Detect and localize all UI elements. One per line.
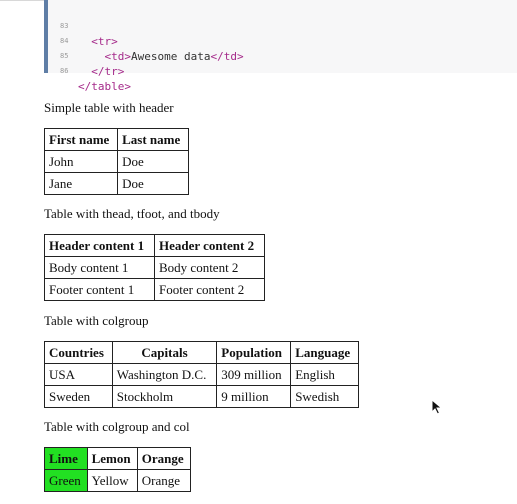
table-cell: Stockholm (111, 385, 218, 408)
header-cell: First name (43, 128, 119, 151)
code-text: <tr> (91, 35, 118, 48)
header-cell: Lemon (86, 447, 138, 470)
table-header-row: Header content 1 Header content 2 (44, 234, 265, 257)
table-cell: Sweden (44, 385, 113, 408)
header-cell: Last name (117, 128, 189, 151)
line-number: 86 (60, 67, 69, 75)
table-row: Sweden Stockholm 9 million Swedish (44, 385, 359, 408)
table-cell: Washington D.C. (111, 363, 218, 386)
code-line: 86 </table> (48, 49, 131, 93)
caption-simple-table: Simple table with header (44, 100, 174, 115)
table-row: Body content 1 Body content 2 (44, 256, 265, 279)
table-cell: Body content 1 (44, 256, 155, 279)
code-line: 85 </tr> (48, 34, 124, 78)
table-cell: English (290, 363, 359, 386)
table-cell: USA (44, 363, 113, 386)
table-row: Footer content 1 Footer content 2 (44, 278, 265, 301)
table-cell: Jane (43, 172, 119, 195)
table-cell: Body content 2 (154, 256, 265, 279)
table-cell-highlighted: Green (44, 469, 88, 492)
table-row: John Doe (43, 150, 189, 173)
table-cell: Footer content 1 (44, 278, 155, 301)
header-cell: Language (290, 341, 359, 364)
table-header-row: Countries Capitals Population Language (44, 341, 359, 364)
table-cell: Doe (117, 150, 189, 173)
header-cell: Header content 2 (154, 234, 265, 257)
table-row: USA Washington D.C. 309 million English (44, 363, 359, 386)
code-text: </table> (78, 80, 131, 93)
colgroup-table: Countries Capitals Population Language U… (44, 341, 359, 408)
table-cell: 309 million (216, 363, 292, 386)
thead-tfoot-tbody-table: Header content 1 Header content 2 Body c… (44, 234, 265, 301)
colgroup-col-table: Lime Lemon Orange Green Yellow Orange (44, 447, 192, 492)
code-snippet: 83 <tr> 84 <td>Awesome data</td> 85 </tr… (44, 0, 517, 93)
code-text: </tr> (91, 65, 125, 78)
caption-thead-table: Table with thead, tfoot, and tbody (44, 206, 220, 221)
mouse-pointer-icon (431, 399, 443, 415)
table-header-row: First name Last name (43, 128, 189, 151)
table-cell: Swedish (290, 385, 359, 408)
table-cell: Footer content 2 (154, 278, 265, 301)
header-cell: Orange (136, 447, 192, 470)
table-cell: Doe (117, 172, 189, 195)
table-header-row: Lime Lemon Orange (44, 447, 192, 470)
header-cell: Capitals (111, 341, 218, 364)
caption-colgroup-table: Table with colgroup (44, 313, 149, 328)
header-cell-highlighted: Lime (44, 447, 88, 470)
table-row: Jane Doe (43, 172, 189, 195)
code-line: 83 <tr> (48, 4, 118, 48)
caption-colgroup-col-table: Table with colgroup and col (44, 419, 190, 434)
table-cell: 9 million (216, 385, 292, 408)
simple-table: First name Last name John Doe Jane Doe (43, 128, 189, 195)
header-cell: Header content 1 (44, 234, 155, 257)
code-line: 84 <td>Awesome data</td> (48, 19, 244, 63)
code-text: <td>Awesome data</td> (104, 50, 244, 63)
header-cell: Countries (44, 341, 113, 364)
table-row: Green Yellow Orange (44, 469, 192, 492)
header-cell: Population (216, 341, 292, 364)
table-cell: Orange (136, 469, 192, 492)
table-cell: John (43, 150, 119, 173)
table-cell: Yellow (86, 469, 138, 492)
